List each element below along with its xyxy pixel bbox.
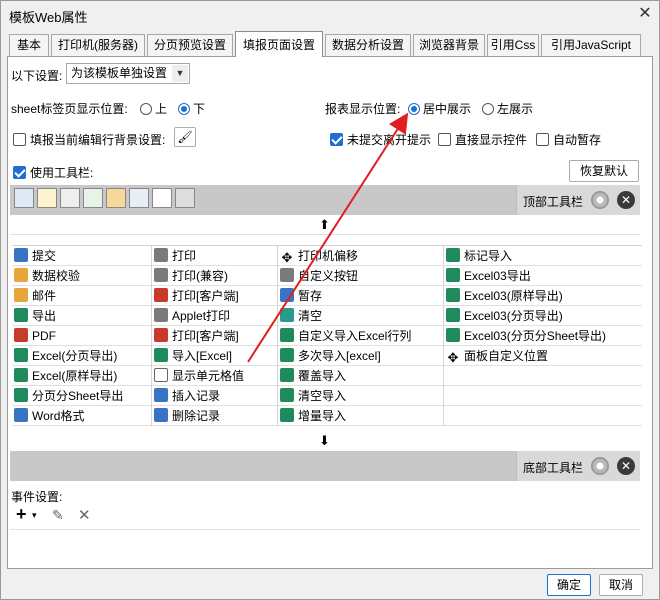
tab-data-analysis[interactable]: 数据分析设置: [325, 34, 411, 56]
tab-bar: 基本 打印机(服务器) 分页预览设置 填报页面设置 数据分析设置 浏览器背景 引…: [9, 31, 649, 57]
tab-printer-server[interactable]: 打印机(服务器): [51, 34, 145, 56]
tab-javascript[interactable]: 引用JavaScript: [541, 34, 641, 56]
close-icon[interactable]: ✕: [635, 4, 655, 24]
window-title: 模板Web属性: [9, 10, 88, 25]
tab-page-preview[interactable]: 分页预览设置: [147, 34, 233, 56]
tab-css[interactable]: 引用Css: [487, 34, 539, 56]
dialog-window: 模板Web属性 ✕ 基本 打印机(服务器) 分页预览设置 填报页面设置 数据分析…: [0, 0, 660, 600]
tab-browser-bg[interactable]: 浏览器背景: [413, 34, 485, 56]
settings-panel: 以下设置: 为该模板单独设置 ▼ sheet标签页显示位置: 上 下 报表显示位…: [7, 56, 653, 569]
ok-button[interactable]: 确定: [547, 574, 591, 596]
title-bar: 模板Web属性 ✕: [1, 1, 659, 29]
tab-basic[interactable]: 基本: [9, 34, 49, 56]
tab-fill-page[interactable]: 填报页面设置: [235, 31, 323, 57]
cancel-button[interactable]: 取消: [599, 574, 643, 596]
annotation-arrow: [247, 112, 409, 363]
